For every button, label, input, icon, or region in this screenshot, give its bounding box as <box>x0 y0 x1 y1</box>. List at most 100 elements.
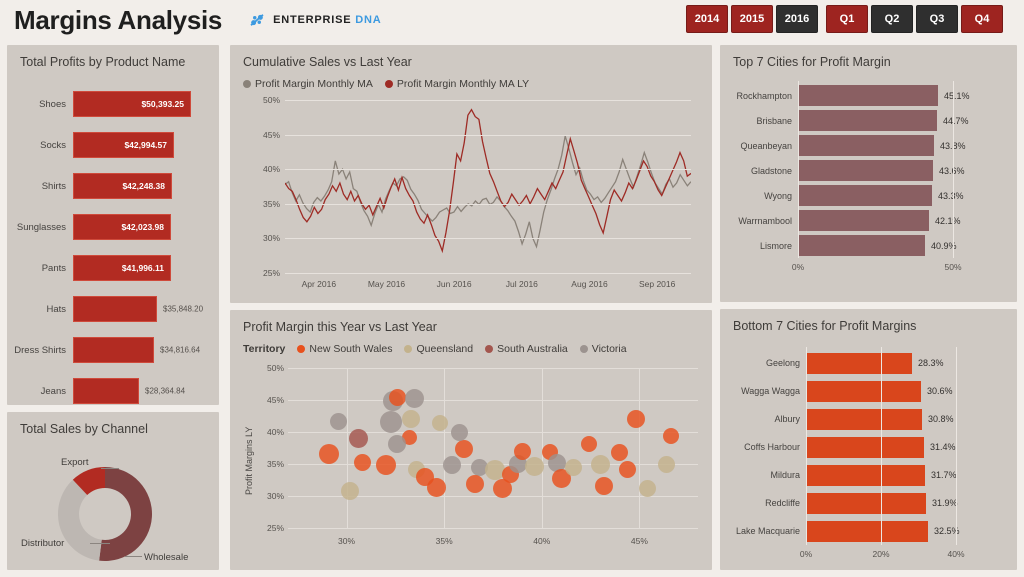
scatter-bubble[interactable] <box>341 481 360 500</box>
city-bar-row[interactable]: Mildura 31.7% <box>720 461 1017 489</box>
quarter-slicer[interactable]: Q1 Q2 Q3 Q4 <box>826 5 1003 33</box>
scatter-bubble[interactable] <box>638 479 656 497</box>
product-label: Hats <box>46 303 66 315</box>
product-bar[interactable] <box>73 378 139 404</box>
city-bar-row[interactable]: Wyong 43.3% <box>720 183 1017 208</box>
scatter-bubble[interactable] <box>595 476 614 495</box>
product-bar-row[interactable]: Jeans $28,364.84 <box>7 374 219 408</box>
product-bar-row[interactable]: Dress Shirts $34,816.64 <box>7 333 219 367</box>
product-bar[interactable] <box>73 337 154 363</box>
scatter-bubble[interactable] <box>611 443 629 461</box>
legend-item-series-1[interactable]: Profit Margin Monthly MA LY <box>384 78 529 90</box>
product-bar[interactable] <box>73 296 157 322</box>
scatter-bubble[interactable] <box>524 457 544 477</box>
city-bar-row[interactable]: Warrnambool 42.1% <box>720 208 1017 233</box>
city-bar[interactable] <box>798 110 937 131</box>
product-bar[interactable]: $42,994.57 <box>73 132 174 158</box>
city-bar[interactable] <box>806 380 921 402</box>
city-bar-row[interactable]: Rockhampton 45.1% <box>720 83 1017 108</box>
city-bar-row[interactable]: Lismore 40.9% <box>720 233 1017 258</box>
scatter-bubble[interactable] <box>454 439 473 458</box>
quarter-button-q4[interactable]: Q4 <box>961 5 1003 33</box>
territory-legend-item-1[interactable]: Queensland <box>404 343 473 355</box>
x-axis-tick: 0% <box>799 549 813 559</box>
scatter-bubble[interactable] <box>388 388 406 406</box>
city-bar-row[interactable]: Albury 30.8% <box>720 405 1017 433</box>
scatter-bubble[interactable] <box>580 435 597 452</box>
cumulative-sales-legend[interactable]: Profit Margin Monthly MA Profit Margin Mo… <box>243 78 529 90</box>
scatter-bubble[interactable] <box>513 442 531 460</box>
city-bar[interactable] <box>798 185 932 206</box>
quarter-button-q3[interactable]: Q3 <box>916 5 958 33</box>
city-bar[interactable] <box>806 520 928 542</box>
scatter-bubble[interactable] <box>353 454 371 472</box>
scatter-bubble[interactable] <box>375 455 396 476</box>
donut-svg[interactable] <box>55 464 155 564</box>
panel-title-top-cities: Top 7 Cities for Profit Margin <box>733 55 891 69</box>
scatter-bubble[interactable] <box>564 459 582 477</box>
city-bar[interactable] <box>798 135 934 156</box>
city-bar-row[interactable]: Coffs Harbour 31.4% <box>720 433 1017 461</box>
total-sales-donut-chart[interactable] <box>55 464 173 564</box>
city-bar[interactable] <box>806 408 922 430</box>
donut-slice-distributor[interactable] <box>58 479 102 561</box>
year-slicer[interactable]: 2014 2015 2016 <box>686 5 818 33</box>
scatter-bubble[interactable] <box>426 477 446 497</box>
product-bar-row[interactable]: Sunglasses $42,023.98 <box>7 210 219 244</box>
scatter-bubble[interactable] <box>432 415 449 432</box>
scatter-bubble[interactable] <box>319 443 339 464</box>
city-bar-row[interactable]: Geelong 28.3% <box>720 349 1017 377</box>
city-bar-row[interactable]: Gladstone 43.6% <box>720 158 1017 183</box>
city-bar-row[interactable]: Queanbeyan 43.8% <box>720 133 1017 158</box>
product-bar-row[interactable]: Pants $41,996.11 <box>7 251 219 285</box>
scatter-bubble[interactable] <box>466 475 485 494</box>
scatter-bubble[interactable] <box>662 427 679 444</box>
legend-item-series-0[interactable]: Profit Margin Monthly MA <box>243 78 373 90</box>
city-bar[interactable] <box>806 492 926 514</box>
territory-legend-item-2[interactable]: South Australia <box>485 343 568 355</box>
city-bar[interactable] <box>798 85 938 106</box>
scatter-bubble[interactable] <box>493 478 513 498</box>
city-bar[interactable] <box>806 436 924 458</box>
product-bar-row[interactable]: Shoes $50,393.25 <box>7 87 219 121</box>
city-bar-row[interactable]: Brisbane 44.7% <box>720 108 1017 133</box>
city-bar-row[interactable]: Lake Macquarie 32.5% <box>720 517 1017 545</box>
city-bar-row[interactable]: Wagga Wagga 30.6% <box>720 377 1017 405</box>
scatter-bubble[interactable] <box>348 428 368 448</box>
territory-legend-item-0[interactable]: New South Wales <box>297 343 392 355</box>
scatter-bubble[interactable] <box>619 460 637 478</box>
scatter-bubble[interactable] <box>590 454 610 474</box>
year-button-2015[interactable]: 2015 <box>731 5 773 33</box>
product-bar[interactable]: $41,996.11 <box>73 255 171 281</box>
product-bar-row[interactable]: Shirts $42,248.38 <box>7 169 219 203</box>
year-button-2016[interactable]: 2016 <box>776 5 818 33</box>
city-bar[interactable] <box>806 464 925 486</box>
product-bar[interactable]: $42,023.98 <box>73 214 171 240</box>
scatter-bubble[interactable] <box>443 456 461 475</box>
quarter-button-q2[interactable]: Q2 <box>871 5 913 33</box>
scatter-bubble[interactable] <box>330 413 348 431</box>
product-bar-row[interactable]: Socks $42,994.57 <box>7 128 219 162</box>
product-bar[interactable]: $42,248.38 <box>73 173 172 199</box>
city-bar[interactable] <box>798 235 925 256</box>
scatter-bubble[interactable] <box>658 455 676 473</box>
territory-legend[interactable]: Territory New South Wales Queensland South… <box>243 343 627 355</box>
city-bar-row[interactable]: Redcliffe 31.9% <box>720 489 1017 517</box>
scatter-bubble[interactable] <box>380 410 403 433</box>
donut-slice-wholesale[interactable] <box>99 467 152 561</box>
scatter-bubble[interactable] <box>402 410 420 429</box>
scatter-bubble[interactable] <box>626 410 645 429</box>
city-bar[interactable] <box>798 160 933 181</box>
city-bar[interactable] <box>806 352 912 374</box>
quarter-button-q1[interactable]: Q1 <box>826 5 868 33</box>
scatter-bubble[interactable] <box>405 389 425 409</box>
territory-legend-item-3[interactable]: Victoria <box>579 343 627 355</box>
product-bar-row[interactable]: Hats $35,848.20 <box>7 292 219 326</box>
city-bar[interactable] <box>798 210 929 231</box>
panel-title-total-sales: Total Sales by Channel <box>20 422 148 436</box>
scatter-bubble[interactable] <box>451 423 469 441</box>
year-button-2014[interactable]: 2014 <box>686 5 728 33</box>
scatter-plot-area[interactable] <box>288 368 698 529</box>
scatter-bubble[interactable] <box>388 434 407 453</box>
product-bar[interactable]: $50,393.25 <box>73 91 191 117</box>
